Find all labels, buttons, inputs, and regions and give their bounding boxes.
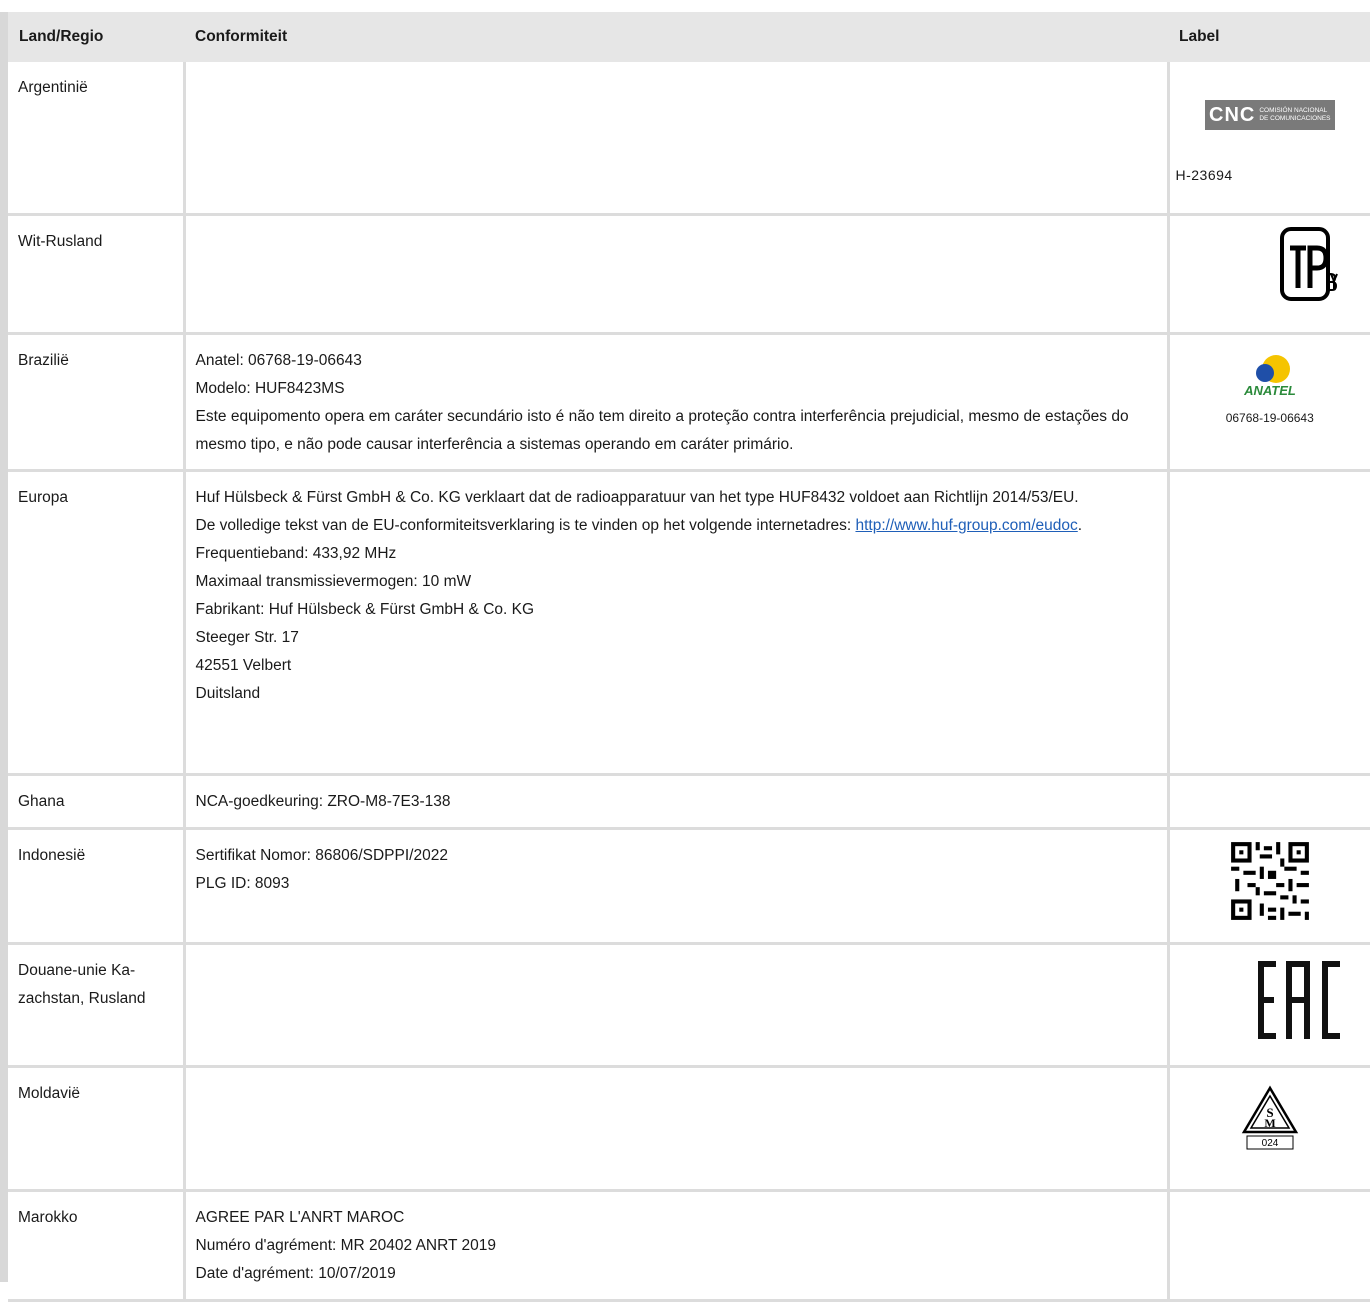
table-row: Argentinië CNC COMISIÓN NACIONAL DE COMU…	[8, 62, 1370, 216]
cnc-logo-text: CNC	[1209, 104, 1256, 126]
label-cell: S M 024	[1166, 1064, 1370, 1192]
conformity-line: NCA-goedkeuring: ZRO-M8-7E3-138	[195, 792, 451, 810]
conformity-cell: Anatel: 06768-19-06643 Modelo: HUF8423MS…	[182, 331, 1170, 472]
label-cell	[1166, 826, 1370, 945]
label-cell	[1166, 468, 1370, 776]
table-row: Wit-Rusland	[8, 212, 1370, 335]
table-row: Europa Huf Hülsbeck & Fürst GmbH & Co. K…	[8, 468, 1370, 776]
country-cell: Europa	[8, 468, 186, 776]
country-line: Douane-unie Ka-	[18, 961, 136, 979]
label-cell: ANATEL 06768-19-06643	[1166, 331, 1370, 472]
label-cell	[1166, 941, 1370, 1068]
conformity-cell: NCA-goedkeuring: ZRO-M8-7E3-138	[182, 772, 1170, 830]
label-reference: 06768-19-06643	[1225, 410, 1314, 425]
link-prefix: De volledige tekst van de EU-conformitei…	[195, 516, 856, 534]
conformity-link-line: De volledige tekst van de EU-conformitei…	[196, 512, 1157, 540]
conformity-line: Numéro d'agrément: MR 20402 ANRT 2019	[195, 1236, 497, 1254]
conformity-line: Anatel: 06768-19-06643	[195, 351, 362, 369]
table-row: Marokko AGREE PAR L'ANRT MAROC Numéro d'…	[8, 1188, 1370, 1302]
label-cell	[1166, 212, 1370, 335]
country-cell: Argentinië	[8, 62, 186, 216]
conformity-cell: Huf Hülsbeck & Fürst GmbH & Co. KG verkl…	[182, 468, 1170, 776]
conformity-line: Frequentieband: 433,92 MHz	[195, 544, 397, 562]
qr-code	[1226, 837, 1313, 924]
header-conformity: Conformiteit	[184, 12, 1168, 62]
eac-logo	[1257, 960, 1340, 1039]
country-cell: Indonesië	[8, 826, 186, 945]
table-row: Douane-unie Ka- zachstan, Rusland	[8, 941, 1370, 1068]
link-suffix: .	[1077, 516, 1083, 534]
conformity-line: Modelo: HUF8423MS	[195, 379, 345, 397]
conformity-line: Duitsland	[195, 684, 261, 702]
label-cell	[1166, 772, 1370, 830]
header-country: Land/Regio	[8, 12, 184, 62]
conformity-cell	[182, 212, 1170, 335]
conformity-table: Land/Regio Conformiteit Label Argentinië…	[8, 12, 1370, 1302]
label-cell: CNC COMISIÓN NACIONAL DE COMUNICACIONES …	[1166, 62, 1370, 216]
label-cell	[1166, 1188, 1370, 1302]
table-row: Brazilië Anatel: 06768-19-06643 Modelo: …	[8, 331, 1370, 472]
conformity-line: Fabrikant: Huf Hülsbeck & Fürst GmbH & C…	[195, 600, 535, 618]
cnc-logo: CNC COMISIÓN NACIONAL DE COMUNICACIONES	[1205, 100, 1335, 130]
country-cell: Ghana	[8, 772, 186, 830]
country-line: zachstan, Rusland	[18, 989, 146, 1007]
table-header-row: Land/Regio Conformiteit Label	[8, 12, 1370, 62]
table-row: Indonesië Sertifikat Nomor: 86806/SDPPI/…	[8, 826, 1370, 945]
conformity-line: 42551 Velbert	[195, 656, 292, 674]
sm-logo: S M 024	[1241, 1085, 1298, 1149]
cnc-subtext-line: DE COMUNICACIONES	[1259, 115, 1331, 122]
label-reference: H-23694	[1175, 167, 1233, 183]
conformity-cell: Sertifikat Nomor: 86806/SDPPI/2022 PLG I…	[182, 826, 1170, 945]
conformity-line: PLG ID: 8093	[195, 874, 290, 892]
anatel-logo: ANATEL	[1243, 354, 1296, 398]
conformity-cell	[182, 1064, 1170, 1192]
eudoc-link[interactable]: http://www.huf-group.com/eudoc	[855, 517, 1077, 534]
table-row: Ghana NCA-goedkeuring: ZRO-M8-7E3-138	[8, 772, 1370, 830]
conformity-line: AGREE PAR L'ANRT MAROC	[195, 1208, 405, 1226]
page-frame-left	[0, 0, 8, 1282]
country-cell: Marokko	[8, 1188, 186, 1302]
country-cell: Brazilië	[8, 331, 186, 472]
page-frame-top	[0, 0, 1370, 12]
country-cell: Wit-Rusland	[8, 212, 186, 335]
conformity-cell: AGREE PAR L'ANRT MAROC Numéro d'agrément…	[182, 1188, 1170, 1302]
cnc-subtext-line: COMISIÓN NACIONAL	[1259, 107, 1328, 114]
sm-logo-number: 024	[1261, 1138, 1278, 1149]
table-row: Moldavië S M 024	[8, 1064, 1370, 1192]
cnc-logo-subtext: COMISIÓN NACIONAL DE COMUNICACIONES	[1259, 107, 1330, 123]
conformity-line: Maximaal transmissievermogen: 10 mW	[195, 572, 472, 590]
conformity-cell	[182, 62, 1170, 216]
conformity-line: Steeger Str. 17	[195, 628, 299, 646]
conformity-line: Date d'agrément: 10/07/2019	[195, 1264, 396, 1282]
anatel-wordmark: ANATEL	[1243, 383, 1296, 398]
header-label: Label	[1168, 12, 1370, 62]
country-cell: Moldavië	[8, 1064, 186, 1192]
conformity-line: Sertifikat Nomor: 86806/SDPPI/2022	[195, 846, 448, 864]
svg-text:M: M	[1264, 1116, 1275, 1130]
conformity-cell	[182, 941, 1170, 1068]
conformity-line: Huf Hülsbeck & Fürst GmbH & Co. KG verkl…	[195, 488, 1079, 506]
country-cell: Douane-unie Ka- zachstan, Rusland	[8, 941, 186, 1068]
conformity-line: Este equipomento opera em caráter secund…	[195, 407, 1129, 453]
tp-by-logo	[1279, 226, 1338, 301]
